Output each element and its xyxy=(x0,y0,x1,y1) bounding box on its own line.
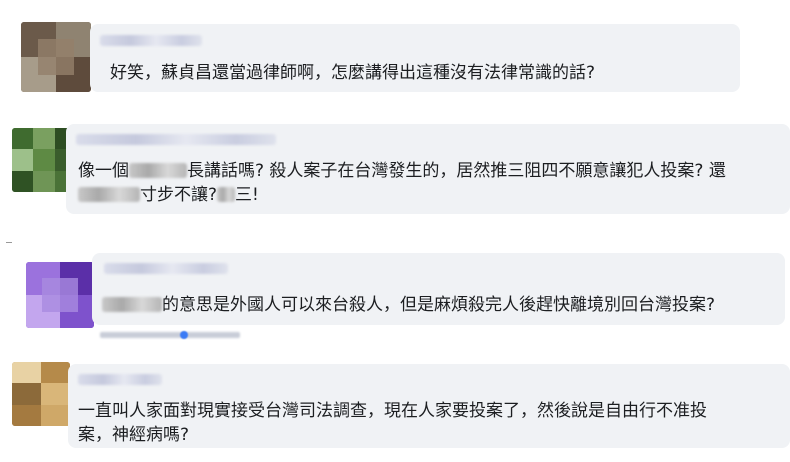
comment-text: 的意思是外國人可以來台殺人，但是麻煩殺完人後趕快離境別回台灣投案? xyxy=(102,294,715,316)
comment-bubble: 的意思是外國人可以來台殺人，但是麻煩殺完人後趕快離境別回台灣投案? xyxy=(92,253,785,325)
separator-mark xyxy=(6,242,12,243)
comment-text-line-1: 一直叫人家面對現實接受台灣司法調查，現在人家要投案了，然後說是自由行不准投 xyxy=(78,401,707,421)
blurred-text xyxy=(217,187,236,202)
comment-bubble: 一直叫人家面對現實接受台灣司法調查，現在人家要投案了，然後說是自由行不准投 案，… xyxy=(68,364,790,448)
comment-actions[interactable] xyxy=(100,332,240,338)
comment-bubble: 像一個 長講話嗎? 殺人案子在台灣發生的，居然推三阻四不願意讓犯人投案? 還 寸步… xyxy=(66,124,790,214)
author-name[interactable] xyxy=(76,134,276,145)
avatar[interactable] xyxy=(26,262,94,328)
author-name[interactable] xyxy=(78,374,162,385)
text-segment: 長講話嗎? 殺人案子在台灣發生的，居然推三阻四不願意讓犯人投案? 還 xyxy=(187,161,726,181)
blurred-text xyxy=(102,297,162,312)
avatar[interactable] xyxy=(21,22,91,92)
comment-text-line-2: 寸步不讓? 三! xyxy=(78,184,259,206)
author-name[interactable] xyxy=(100,35,202,46)
comment-text: 好笑，蘇貞昌還當過律師啊，怎麼講得出這種沒有法律常識的話? xyxy=(110,63,596,83)
comment-bubble: 好笑，蘇貞昌還當過律師啊，怎麼講得出這種沒有法律常識的話? xyxy=(90,24,740,92)
text-segment: 的意思是外國人可以來台殺人，但是麻煩殺完人後趕快離境別回台灣投案? xyxy=(162,295,716,315)
comment-text-line-2: 案，神經病嗎? xyxy=(78,425,190,445)
text-segment: 像一個 xyxy=(78,161,129,181)
blurred-text xyxy=(78,187,140,202)
blurred-text xyxy=(129,163,187,178)
reaction-icon[interactable] xyxy=(180,331,188,339)
text-segment: 三! xyxy=(235,185,259,205)
avatar[interactable] xyxy=(12,362,70,426)
author-name[interactable] xyxy=(104,263,228,274)
text-segment: 寸步不讓? xyxy=(140,185,218,205)
comment-text-line-1: 像一個 長講話嗎? 殺人案子在台灣發生的，居然推三阻四不願意讓犯人投案? 還 xyxy=(78,160,726,182)
